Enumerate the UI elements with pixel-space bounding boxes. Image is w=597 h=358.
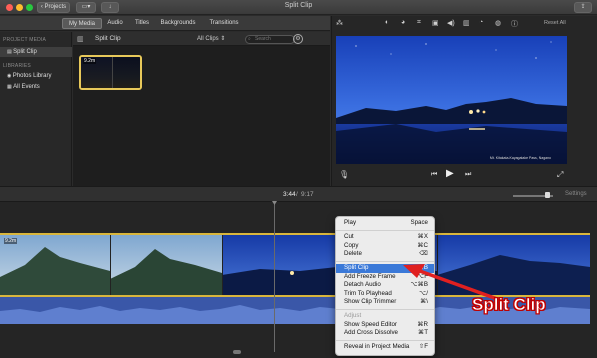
menu-item-reveal-in-project-media[interactable]: Reveal in Project Media ⇧F [336,343,434,352]
equalizer-icon[interactable]: ▥ [463,19,470,27]
skip-back-icon[interactable]: ⏮︎ [431,171,437,179]
filter-icon[interactable]: ◍ [495,19,501,27]
time-separator: / [296,191,298,198]
microphone-icon[interactable]: 🎙︎ [339,170,349,179]
reset-all-button[interactable]: Reset All [544,20,566,26]
menu-item-adjust: Adjust [344,312,362,319]
project-media-header: PROJECT MEDIA [3,37,47,43]
video-preview: Mt. Kitakata-Kayagatake Pass, Nagano [336,36,567,164]
window-title: Split Clip [284,2,313,9]
clip-filter-select[interactable]: All Clips ⇕ [197,35,225,42]
tab-audio[interactable]: Audio [103,18,127,29]
tab-backgrounds[interactable]: Backgrounds [158,18,198,29]
libraries-header: LIBRARIES [3,63,31,69]
menu-item-add-cross-dissolve[interactable]: Add Cross Dissolve ⌘T [336,329,434,338]
color-correction-icon[interactable]: ◕ [401,19,405,26]
shortcut-cut: ⌘X [417,233,428,240]
menu-item-show-speed-editor[interactable]: Show Speed Editor ⌘R [336,321,434,330]
tab-my-media[interactable]: My Media [62,18,102,29]
shortcut-reveal: ⇧F [419,343,428,350]
share-icon: ⇪ [580,4,586,10]
skip-forward-icon[interactable]: ⏭︎ [465,171,471,179]
share-button[interactable]: ⇪ [574,2,592,13]
sidebar-item-project[interactable]: ▤ Split Clip [0,47,72,57]
clip-duration-label: 9.2m [83,58,97,64]
split-clip-callout: Split Clip [472,295,546,315]
volume-icon[interactable]: ◀) [447,19,455,27]
timeline-scroll-handle[interactable] [233,350,241,354]
search-input[interactable]: ⌕ Search [245,35,295,44]
fullscreen-icon[interactable]: ⤢ [557,170,563,180]
shortcut-cross-dissolve: ⌘T [418,329,428,336]
preview-image [336,36,567,164]
frame-divider [112,57,113,88]
menu-separator [336,230,434,231]
search-icon: ⌕ [248,36,251,42]
timeline-settings-button[interactable]: Settings [565,191,587,197]
updown-chevron-icon: ⇕ [218,36,226,42]
zoom-slider-thumb[interactable] [545,192,550,198]
browser-title: Split Clip [95,35,121,42]
menu-item-cut[interactable]: Cut ⌘X [336,233,434,242]
timeline-header [0,186,597,202]
gear-icon[interactable]: ⚙ [293,34,303,44]
shortcut-play: Space [410,219,428,226]
crop-icon[interactable]: ⌗ [417,19,421,27]
shortcut-copy: ⌘C [417,241,428,249]
menu-item-play[interactable]: Play Space [336,219,434,228]
play-button[interactable]: ▶ [446,168,454,179]
tab-titles[interactable]: Titles [130,18,154,29]
info-icon[interactable]: ⓘ [511,19,518,29]
stabilization-icon[interactable]: ▣ [432,19,439,27]
total-time: 9:17 [301,191,314,198]
current-time: 3:44 [283,191,296,198]
menu-separator [336,340,434,341]
preview-watermark: Mt. Kitakata-Kayagatake Pass, Nagano [489,156,551,160]
magic-wand-icon[interactable]: ⁂ [336,19,343,27]
shortcut-delete: ⌫ [419,250,428,257]
speed-icon[interactable]: ◔ [479,19,483,26]
clip-thumbnail[interactable]: 9.2m [79,55,142,90]
sidebar-toggle-icon[interactable]: ▥ [77,35,84,43]
menu-item-copy[interactable]: Copy ⌘C [336,242,434,251]
color-balance-icon[interactable]: ◐ [385,19,389,26]
sidebar-item-all-events[interactable]: ▦ All Events [0,82,72,92]
clip-thumbnail-frame [113,57,140,88]
menu-item-delete[interactable]: Delete ⌫ [336,250,434,259]
sidebar-item-photos-library[interactable]: ◉ Photos Library [0,71,72,81]
tab-transitions[interactable]: Transitions [204,18,244,29]
shortcut-speed-editor: ⌘R [417,320,428,328]
playhead[interactable] [274,202,275,352]
timeline-clip-duration: 9.2m [4,238,18,244]
